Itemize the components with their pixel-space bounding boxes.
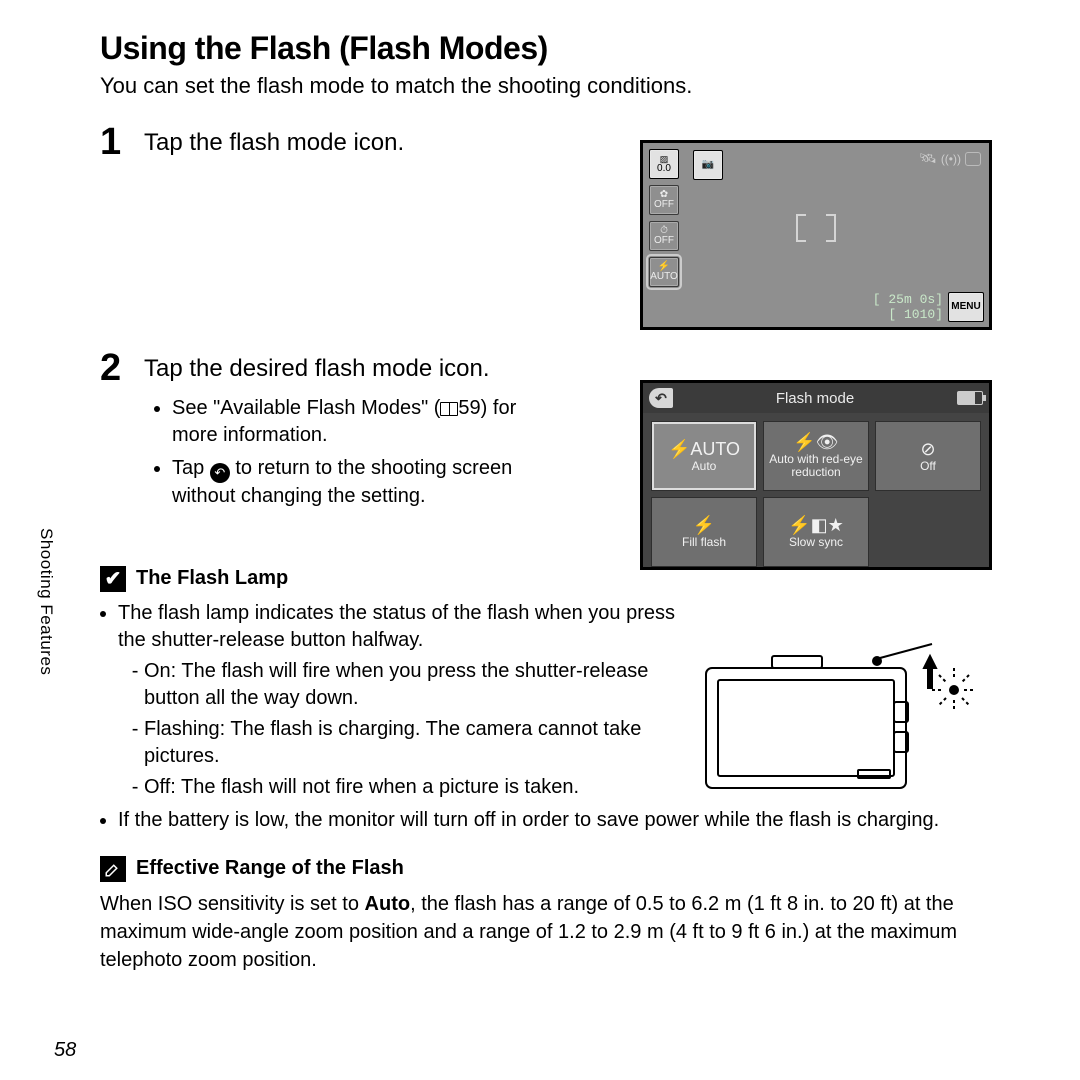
flash-option-slow-sync[interactable]: ⚡◧★ Slow sync <box>763 497 869 567</box>
flash-option-redeye[interactable]: ⚡👁 Auto with red-eye reduction <box>763 421 869 491</box>
step-number: 2 <box>100 349 128 387</box>
text: OFF <box>654 200 674 210</box>
camera-screen-shooting: ▨0.0 ✿OFF ⏱OFF ⚡AUTO 📷 🛰 ((•)) [ 25m 0s]… <box>640 140 992 330</box>
note2-paragraph: When ISO sensitivity is set to Auto, the… <box>100 890 990 974</box>
book-icon <box>440 402 458 416</box>
touch-af-off-icon[interactable]: ✿OFF <box>649 185 679 215</box>
note1-sub3: Off: The flash will not fire when a pict… <box>144 774 678 801</box>
battery-icon <box>965 152 981 166</box>
text: OFF <box>654 236 674 246</box>
flash-mode-auto-icon[interactable]: ⚡AUTO <box>649 257 679 287</box>
label: Off <box>920 460 936 473</box>
flash-slow-sync-icon: ⚡◧★ <box>788 516 844 534</box>
back-icon: ↶ <box>210 463 230 483</box>
note1-sub1: On: The flash will fire when you press t… <box>144 658 664 712</box>
label: Slow sync <box>789 536 843 549</box>
rec-time: [ 25m 0s] <box>873 293 943 308</box>
note1-sub2: Flashing: The flash is charging. The cam… <box>144 716 664 770</box>
menu-title: Flash mode <box>776 390 854 407</box>
flash-option-fill[interactable]: ⚡ Fill flash <box>651 497 757 567</box>
shots-remaining: [ 1010] <box>873 308 943 323</box>
page-subtitle: You can set the flash mode to match the … <box>100 73 990 99</box>
back-button[interactable]: ↶ <box>649 388 673 408</box>
note1-li2: If the battery is low, the monitor will … <box>118 807 990 834</box>
text: When ISO sensitivity is set to <box>100 893 365 915</box>
step-number: 1 <box>100 123 128 161</box>
text: 0.0 <box>657 164 671 174</box>
flash-fill-icon: ⚡ <box>693 516 715 534</box>
flash-option-auto[interactable]: ⚡AUTO Auto <box>651 421 757 491</box>
self-timer-off-icon[interactable]: ⏱OFF <box>649 221 679 251</box>
text: The flash lamp indicates the status of t… <box>118 602 675 651</box>
focus-brackets <box>796 214 836 242</box>
page-number: 58 <box>54 1039 76 1062</box>
page-title: Using the Flash (Flash Modes) <box>100 30 990 67</box>
note-title: Effective Range of the Flash <box>136 857 404 880</box>
flash-option-off[interactable]: ⊘ Off <box>875 421 981 491</box>
step-2-heading: Tap the desired flash mode icon. <box>144 355 990 383</box>
note-title: The Flash Lamp <box>136 567 288 590</box>
menu-button[interactable]: MENU <box>948 292 984 322</box>
text: Tap <box>172 457 210 479</box>
flash-auto-icon: ⚡AUTO <box>668 440 740 458</box>
camera-screen-flash-menu: ↶ Flash mode ⚡AUTO Auto ⚡👁 Auto with red… <box>640 380 992 570</box>
label: Fill flash <box>682 536 726 549</box>
text: See "Available Flash Modes" ( <box>172 397 440 419</box>
camera-diagram <box>702 638 992 798</box>
flash-redeye-icon: ⚡👁 <box>793 433 838 451</box>
label: Auto with red-eye reduction <box>766 453 866 478</box>
note-effective-range: Effective Range of the Flash When ISO se… <box>100 856 990 974</box>
step-2-bullet-2: Tap ↶ to return to the shooting screen w… <box>172 455 564 510</box>
battery-icon <box>957 391 983 405</box>
check-icon: ✔ <box>100 566 126 592</box>
shooting-mode-icon[interactable]: 📷 <box>693 150 723 180</box>
flash-off-icon: ⊘ <box>920 440 935 458</box>
pencil-icon <box>100 856 126 882</box>
label: Auto <box>692 460 717 473</box>
ev-icon[interactable]: ▨0.0 <box>649 149 679 179</box>
status-readout: [ 25m 0s] [ 1010] <box>873 293 943 323</box>
gps-icon: 🛰 <box>919 150 937 167</box>
step-2-bullet-1: See "Available Flash Modes" (59) for mor… <box>172 395 564 449</box>
note1-li1: The flash lamp indicates the status of t… <box>118 600 678 801</box>
side-tab-label: Shooting Features <box>36 528 56 675</box>
text-bold: Auto <box>365 893 411 915</box>
text: AUTO <box>650 272 678 282</box>
vr-icon: ((•)) <box>941 152 961 166</box>
